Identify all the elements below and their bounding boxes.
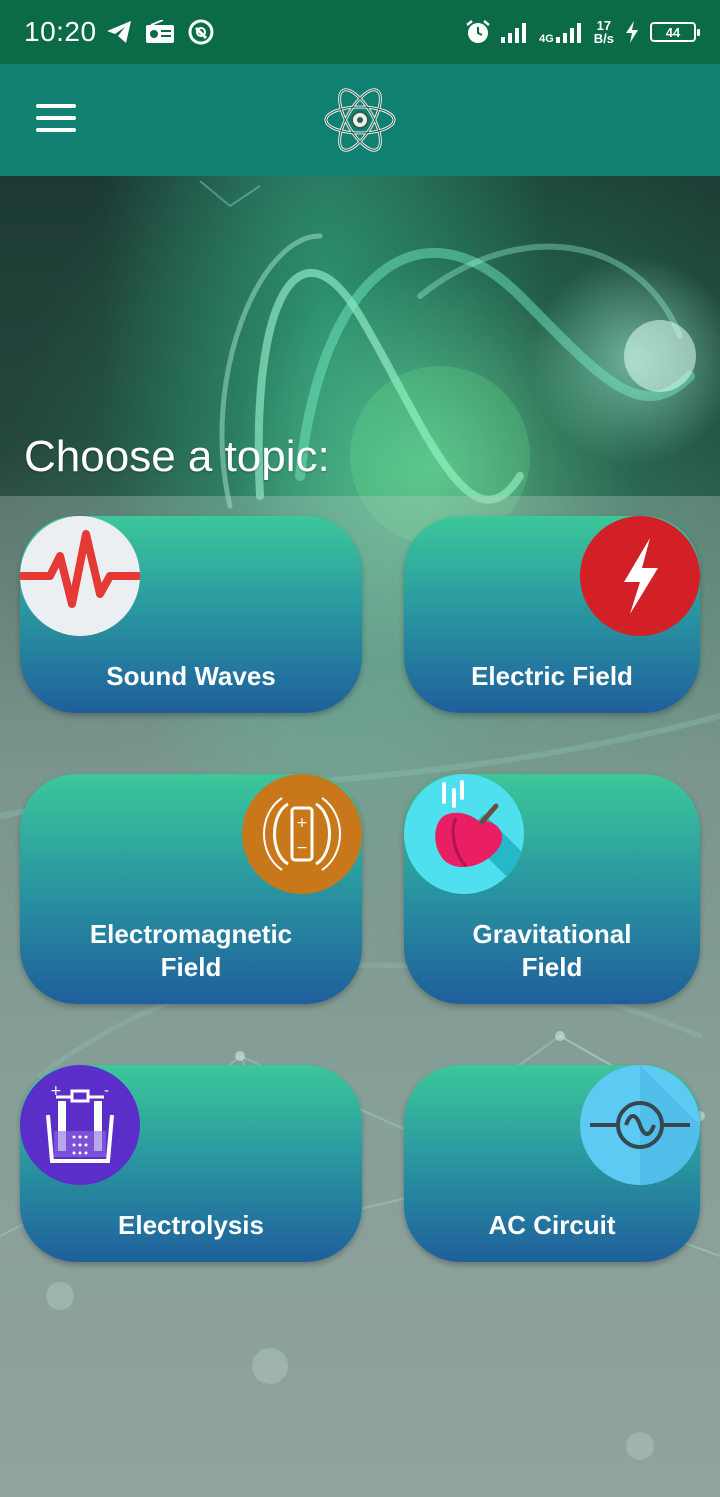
signal-4g-icon <box>555 23 581 43</box>
page-title: Choose a topic: <box>24 432 330 481</box>
topic-card-gravitational-field[interactable]: Gravitational Field <box>404 774 700 1004</box>
topic-label: AC Circuit <box>488 1210 616 1240</box>
svg-text:−: − <box>296 840 308 856</box>
charging-icon <box>626 21 638 43</box>
lightning-icon <box>580 516 700 636</box>
sound-wave-icon <box>20 516 140 636</box>
topic-label-line1: Electromagnetic <box>89 919 293 949</box>
topic-label-line2: Field <box>521 952 583 982</box>
topic-card-electric-field[interactable]: Electric Field <box>404 516 700 713</box>
hamburger-menu-icon[interactable] <box>36 104 76 134</box>
falling-apple-icon <box>404 774 524 894</box>
svg-text:+: + <box>50 1083 62 1099</box>
electrolysis-cell-icon: + - <box>20 1065 140 1185</box>
topic-label: Electric Field <box>471 661 633 691</box>
atom-logo-icon <box>324 88 396 152</box>
do-not-disturb-icon <box>188 19 214 45</box>
battery-indicator: 44 <box>650 22 700 42</box>
svg-text:+: + <box>296 815 308 831</box>
topic-label: Electrolysis <box>118 1210 264 1240</box>
topic-card-electrolysis[interactable]: + - Electrolysis <box>20 1065 362 1262</box>
status-time: 10:20 <box>24 16 97 47</box>
network-type: 4G <box>539 32 554 45</box>
radio-icon <box>145 20 174 43</box>
svg-text:-: - <box>104 1083 109 1099</box>
topic-label-line2: Field <box>160 952 222 982</box>
status-bar: 10:20 4G 17 B/s 44 <box>0 0 720 64</box>
telegram-icon <box>106 21 131 43</box>
topic-label: Sound Waves <box>106 661 276 691</box>
app-bar <box>0 64 720 176</box>
alarm-icon <box>466 20 490 43</box>
topic-card-ac-circuit[interactable]: AC Circuit <box>404 1065 700 1262</box>
electromagnet-icon: + − <box>242 774 362 894</box>
topic-card-sound-waves[interactable]: Sound Waves <box>20 516 362 713</box>
topic-card-electromagnetic-field[interactable]: + − Electromagnetic Field <box>20 774 362 1004</box>
topic-label-line1: Gravitational <box>472 919 632 949</box>
ac-source-icon <box>580 1065 700 1185</box>
signal-icon <box>501 23 527 43</box>
network-speed: 17 B/s <box>593 18 614 46</box>
